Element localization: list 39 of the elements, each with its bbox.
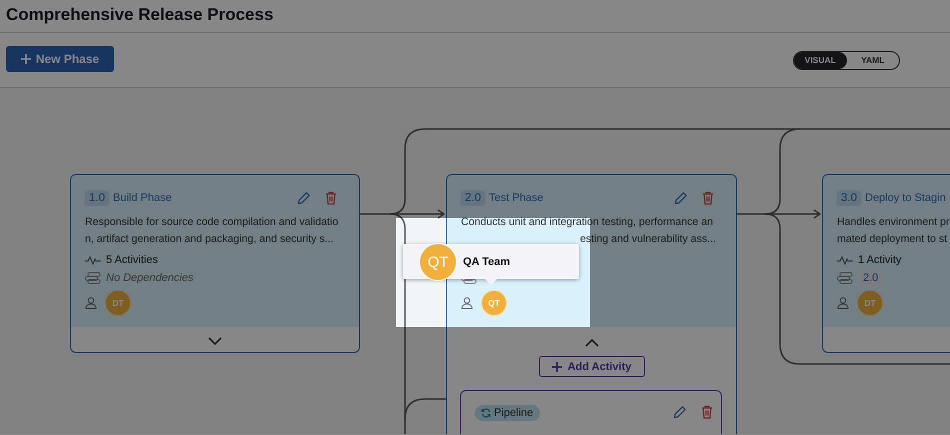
phase-number: 1.0 bbox=[85, 190, 109, 206]
pulse-icon bbox=[837, 255, 853, 265]
stack-icon bbox=[85, 272, 101, 284]
stack-icon bbox=[837, 272, 853, 284]
dependency-chip[interactable]: 2.0 bbox=[858, 270, 884, 286]
phase-description: Handles environment pr mated deployment to st bbox=[837, 215, 950, 247]
phase-name: Build Phase bbox=[113, 192, 173, 204]
view-option[interactable]: VISUAL bbox=[794, 52, 846, 68]
phase-number: 3.0 bbox=[837, 190, 861, 206]
phase-name: Deploy to Stagin bbox=[865, 192, 947, 204]
refresh-icon bbox=[481, 408, 491, 418]
activity-count: 5 Activities bbox=[106, 254, 158, 266]
person-icon bbox=[461, 297, 473, 309]
view-option[interactable]: YAML bbox=[846, 52, 899, 68]
owner-avatar[interactable]: QT bbox=[481, 290, 507, 316]
chevron-down-icon[interactable] bbox=[208, 336, 222, 344]
pencil-icon[interactable] bbox=[674, 191, 688, 205]
trash-icon[interactable] bbox=[701, 405, 713, 419]
phase-number: 2.0 bbox=[461, 190, 485, 206]
phase-name: Test Phase bbox=[489, 192, 544, 204]
dependencies-text: No Dependencies bbox=[106, 272, 194, 284]
phase-description: Responsible for source code compilation and validatio n, artifact generation and packaging, and security s... bbox=[85, 215, 340, 247]
plus-icon bbox=[552, 362, 562, 372]
owner-name: QA Team bbox=[463, 256, 510, 268]
pulse-icon bbox=[85, 255, 101, 265]
pencil-icon[interactable] bbox=[673, 405, 687, 419]
pencil-icon[interactable] bbox=[297, 191, 311, 205]
activity-count: 1 Activity bbox=[858, 254, 902, 266]
new-phase-button[interactable]: New Phase bbox=[6, 46, 114, 72]
activity-type-chip[interactable]: Pipeline bbox=[475, 405, 540, 421]
person-icon bbox=[837, 297, 849, 309]
page-title: Comprehensive Release Process bbox=[6, 4, 274, 26]
trash-icon[interactable] bbox=[325, 191, 337, 205]
chevron-up-icon[interactable] bbox=[584, 339, 598, 347]
owner-avatar: QT bbox=[419, 243, 457, 281]
trash-icon[interactable] bbox=[702, 191, 714, 205]
plus-icon bbox=[20, 54, 31, 64]
person-icon bbox=[85, 297, 97, 309]
add-activity-button[interactable]: Add Activity bbox=[538, 356, 644, 377]
